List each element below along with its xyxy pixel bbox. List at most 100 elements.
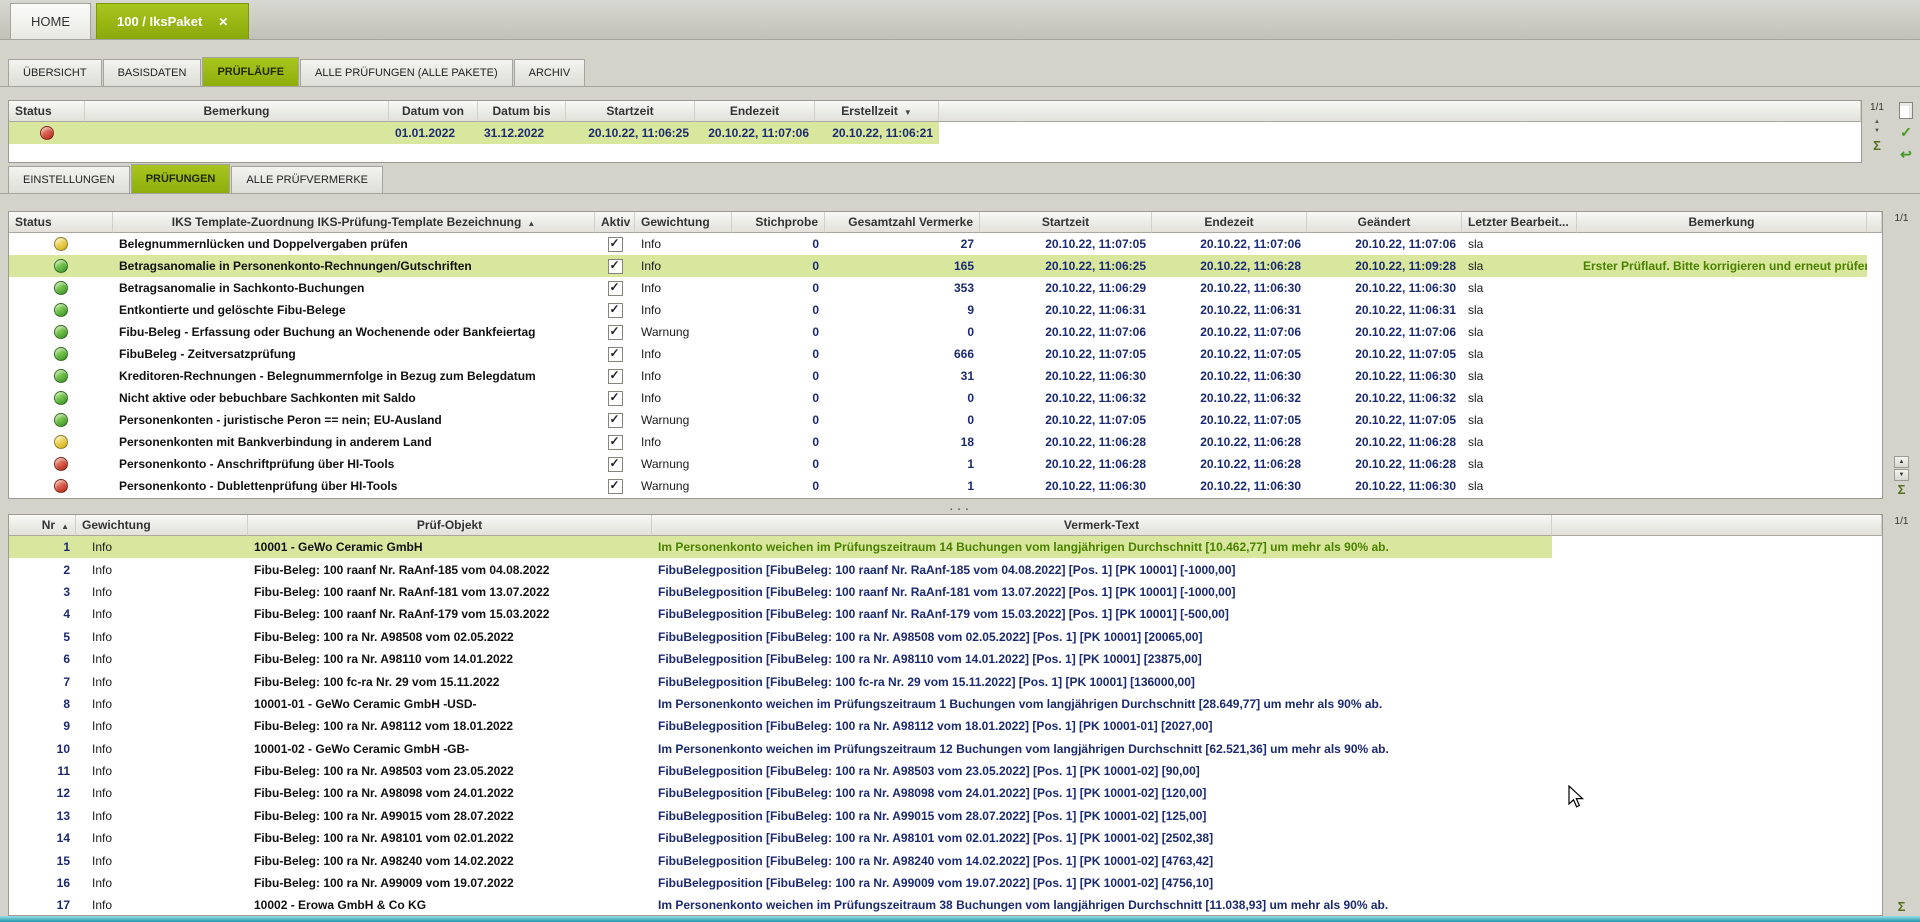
vermerk-row[interactable]: 13 Info Fibu-Beleg: 100 ra Nr. A99015 vo… (9, 805, 1882, 827)
check-startzeit-cell: 20.10.22, 11:06:25 (980, 255, 1152, 277)
vermerk-row[interactable]: 2 Info Fibu-Beleg: 100 raanf Nr. RaAnf-1… (9, 558, 1882, 580)
check-row[interactable]: Personenkonto - Dublettenprüfung über HI… (9, 475, 1882, 497)
col-header-startzeit[interactable]: Startzeit (566, 101, 695, 122)
vermerk-row[interactable]: 4 Info Fibu-Beleg: 100 raanf Nr. RaAnf-1… (9, 603, 1882, 625)
check-row[interactable]: Betragsanomalie in Personenkonto-Rechnun… (9, 255, 1882, 277)
col-header-bemerkung[interactable]: Bemerkung (85, 101, 389, 122)
remarks-sum-icon[interactable] (1898, 899, 1906, 914)
aktiv-checkbox[interactable] (608, 303, 623, 318)
col-header-gesamtzahl-vermerke[interactable]: Gesamtzahl Vermerke (825, 212, 980, 233)
pane-splitter-handle[interactable] (0, 500, 1920, 512)
col-header-template[interactable]: IKS Template-Zuordnung IKS-Prüfung-Templ… (113, 212, 595, 233)
col-header-vermerk-text[interactable]: Vermerk-Text (652, 515, 1552, 536)
new-page-icon[interactable] (1899, 102, 1913, 119)
sub-tab[interactable]: PRÜFUNGEN (131, 164, 231, 193)
vermerk-text-cell: FibuBelegposition [FibuBeleg: 100 raanf … (652, 603, 1552, 625)
col-header-aktiv[interactable]: Aktiv (595, 212, 635, 233)
check-startzeit-cell: 20.10.22, 11:06:28 (980, 453, 1152, 475)
check-stichprobe-cell: 0 (732, 255, 825, 277)
col-header-filler (1867, 212, 1882, 233)
col-header-gewichtung[interactable]: Gewichtung (76, 515, 248, 536)
check-vermerke-cell: 9 (825, 299, 980, 321)
col-header-nr[interactable]: Nr (9, 515, 76, 536)
tab-home[interactable]: HOME (10, 3, 91, 39)
vermerk-row[interactable]: 12 Info Fibu-Beleg: 100 ra Nr. A98098 vo… (9, 782, 1882, 804)
check-template-cell: Personenkonto - Dublettenprüfung über HI… (113, 475, 595, 497)
sub-tab[interactable]: ALLE PRÜFVERMERKE (231, 166, 383, 193)
nav-tab[interactable]: BASISDATEN (103, 59, 202, 86)
check-aktiv-cell (595, 387, 635, 409)
sub-tab[interactable]: EINSTELLUNGEN (8, 166, 130, 193)
nav-tab[interactable]: ALLE PRÜFUNGEN (ALLE PAKETE) (300, 59, 513, 86)
status-icon (54, 347, 68, 361)
nav-tabs: ÜBERSICHT BASISDATEN PRÜFLÄUFE ALLE PRÜF… (0, 56, 1920, 87)
aktiv-checkbox[interactable] (608, 413, 623, 428)
run-row[interactable]: 01.01.2022 31.12.2022 20.10.22, 11:06:25… (9, 122, 1861, 144)
aktiv-checkbox[interactable] (608, 435, 623, 450)
checks-sum-icon[interactable] (1898, 482, 1906, 497)
aktiv-checkbox[interactable] (608, 347, 623, 362)
runs-sum-icon[interactable] (1873, 138, 1881, 153)
check-template-cell: Kreditoren-Rechnungen - Belegnummernfolg… (113, 365, 595, 387)
vermerk-row[interactable]: 5 Info Fibu-Beleg: 100 ra Nr. A98508 vom… (9, 626, 1882, 648)
col-header-stichprobe[interactable]: Stichprobe (732, 212, 825, 233)
col-header-erstellzeit[interactable]: Erstellzeit (815, 101, 939, 122)
col-header-datum-bis[interactable]: Datum bis (478, 101, 566, 122)
aktiv-checkbox[interactable] (608, 281, 623, 296)
vermerk-row[interactable]: 6 Info Fibu-Beleg: 100 ra Nr. A98110 vom… (9, 648, 1882, 670)
col-header-pruef-objekt[interactable]: Prüf-Objekt (248, 515, 652, 536)
vermerk-row[interactable]: 3 Info Fibu-Beleg: 100 raanf Nr. RaAnf-1… (9, 581, 1882, 603)
col-header-gewichtung[interactable]: Gewichtung (635, 212, 732, 233)
check-endezeit-cell: 20.10.22, 11:07:06 (1152, 321, 1307, 343)
scroll-up-button[interactable] (1894, 456, 1909, 468)
tab-iks-paket[interactable]: 100 / IksPaket (96, 3, 249, 39)
vermerk-row[interactable]: 17 Info 10002 - Erowa GmbH & Co KG Im Pe… (9, 894, 1882, 916)
col-header-endezeit[interactable]: Endezeit (1152, 212, 1307, 233)
check-row[interactable]: FibuBeleg - Zeitversatzprüfung Info 0 66… (9, 343, 1882, 365)
vermerk-row[interactable]: 16 Info Fibu-Beleg: 100 ra Nr. A99009 vo… (9, 872, 1882, 894)
check-row[interactable]: Personenkonten mit Bankverbindung in and… (9, 431, 1882, 453)
vermerk-filler-cell (1552, 715, 1882, 737)
col-header-bemerkung[interactable]: Bemerkung (1577, 212, 1867, 233)
check-row[interactable]: Personenkonto - Anschriftprüfung über HI… (9, 453, 1882, 475)
undo-icon[interactable] (1900, 146, 1912, 163)
check-row[interactable]: Personenkonten - juristische Peron == ne… (9, 409, 1882, 431)
vermerk-row[interactable]: 14 Info Fibu-Beleg: 100 ra Nr. A98101 vo… (9, 827, 1882, 849)
vermerk-row[interactable]: 11 Info Fibu-Beleg: 100 ra Nr. A98503 vo… (9, 760, 1882, 782)
vermerk-row[interactable]: 1 Info 10001 - GeWo Ceramic GmbH Im Pers… (9, 536, 1882, 558)
close-icon[interactable] (218, 15, 228, 29)
col-header-endezeit[interactable]: Endezeit (695, 101, 815, 122)
aktiv-checkbox[interactable] (608, 237, 623, 252)
nav-tab[interactable]: ARCHIV (514, 59, 586, 86)
check-row[interactable]: Entkontierte und gelöschte Fibu-Belege I… (9, 299, 1882, 321)
aktiv-checkbox[interactable] (608, 369, 623, 384)
check-row[interactable]: Kreditoren-Rechnungen - Belegnummernfolg… (9, 365, 1882, 387)
aktiv-checkbox[interactable] (608, 479, 623, 494)
vermerk-row[interactable]: 8 Info 10001-01 - GeWo Ceramic GmbH -USD… (9, 693, 1882, 715)
vermerk-row[interactable]: 15 Info Fibu-Beleg: 100 ra Nr. A98240 vo… (9, 849, 1882, 871)
aktiv-checkbox[interactable] (608, 457, 623, 472)
nav-tab[interactable]: PRÜFLÄUFE (202, 57, 299, 86)
runs-spinner[interactable] (1874, 116, 1880, 134)
col-header-status[interactable]: Status (9, 212, 113, 233)
vermerk-gewichtung-cell: Info (76, 827, 248, 849)
col-header-status[interactable]: Status (9, 101, 85, 122)
col-header-geaendert[interactable]: Geändert (1307, 212, 1462, 233)
confirm-check-icon[interactable] (1900, 124, 1912, 141)
aktiv-checkbox[interactable] (608, 325, 623, 340)
vermerk-row[interactable]: 7 Info Fibu-Beleg: 100 fc-ra Nr. 29 vom … (9, 670, 1882, 692)
aktiv-checkbox[interactable] (608, 391, 623, 406)
aktiv-checkbox[interactable] (608, 259, 623, 274)
check-row[interactable]: Belegnummernlücken und Doppelvergaben pr… (9, 233, 1882, 255)
check-row[interactable]: Nicht aktive oder bebuchbare Sachkonten … (9, 387, 1882, 409)
vermerk-row[interactable]: 9 Info Fibu-Beleg: 100 ra Nr. A98112 vom… (9, 715, 1882, 737)
col-header-datum-von[interactable]: Datum von (389, 101, 478, 122)
col-header-letzter-bearbeiter[interactable]: Letzter Bearbeit... (1462, 212, 1577, 233)
check-row[interactable]: Betragsanomalie in Sachkonto-Buchungen I… (9, 277, 1882, 299)
col-header-startzeit[interactable]: Startzeit (980, 212, 1152, 233)
check-row[interactable]: Fibu-Beleg - Erfassung oder Buchung an W… (9, 321, 1882, 343)
nav-tab[interactable]: ÜBERSICHT (8, 59, 102, 86)
status-icon (54, 369, 68, 383)
vermerk-row[interactable]: 10 Info 10001-02 - GeWo Ceramic GmbH -GB… (9, 738, 1882, 760)
scroll-down-button[interactable] (1894, 469, 1909, 481)
